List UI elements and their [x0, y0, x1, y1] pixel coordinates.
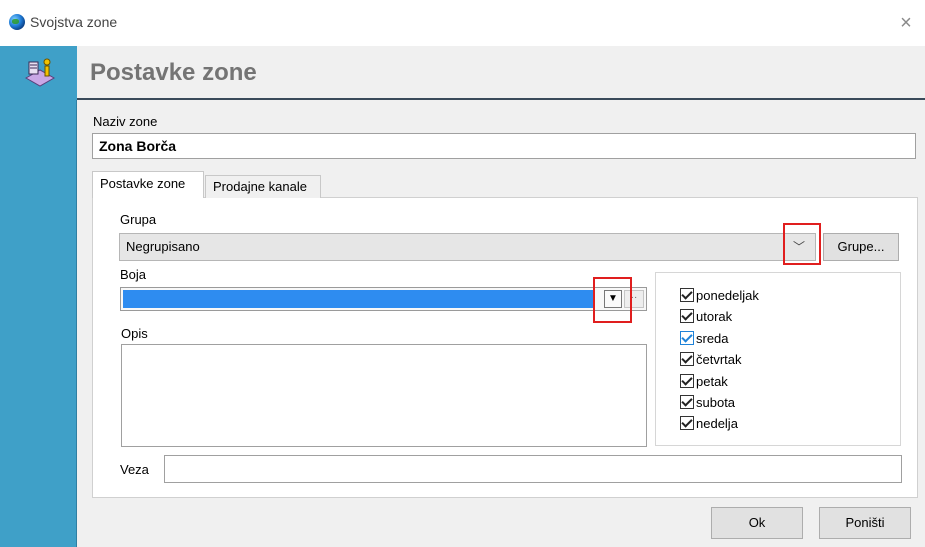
description-textarea[interactable]	[121, 344, 647, 447]
zone-properties-icon	[24, 58, 56, 87]
zone-name-input[interactable]: Zona Borča	[92, 133, 916, 159]
color-label: Boja	[120, 267, 147, 282]
tab-postavke-zone[interactable]: Postavke zone	[92, 171, 204, 198]
day-checkbox-ponedeljak[interactable]: ponedeljak	[680, 285, 759, 305]
tab-prodajne-kanale[interactable]: Prodajne kanale	[205, 175, 321, 198]
side-strip	[0, 46, 77, 547]
group-label: Grupa	[120, 212, 157, 227]
color-dropdown-highlight	[593, 277, 632, 323]
day-checkbox-cetvrtak[interactable]: četvrtak	[680, 349, 742, 369]
checkbox-icon[interactable]	[680, 374, 694, 388]
ok-button[interactable]: Ok	[711, 507, 803, 539]
day-label: sreda	[696, 330, 729, 346]
page-title: Postavke zone	[90, 59, 257, 86]
group-select[interactable]: Negrupisano	[119, 233, 816, 261]
day-label: četvrtak	[696, 351, 742, 367]
checkbox-icon[interactable]	[680, 331, 694, 345]
day-checkbox-utorak[interactable]: utorak	[680, 306, 732, 326]
checkbox-icon[interactable]	[680, 309, 694, 323]
day-label: ponedeljak	[696, 287, 759, 303]
app-globe-icon	[9, 14, 25, 30]
groups-button[interactable]: Grupe...	[823, 233, 899, 261]
description-label: Opis	[121, 326, 148, 341]
checkbox-icon[interactable]	[680, 395, 694, 409]
link-label: Veza	[120, 462, 149, 477]
day-label: utorak	[696, 308, 733, 324]
color-swatch	[123, 290, 595, 308]
checkbox-icon[interactable]	[680, 416, 694, 430]
day-checkbox-nedelja[interactable]: nedelja	[680, 413, 738, 433]
day-checkbox-sreda[interactable]: sreda	[680, 328, 729, 348]
group-dropdown-highlight	[783, 223, 821, 265]
checkbox-icon[interactable]	[680, 352, 694, 366]
day-label: nedelja	[696, 415, 738, 431]
day-checkbox-petak[interactable]: petak	[680, 371, 728, 391]
cancel-button[interactable]: Poništi	[819, 507, 911, 539]
title-bar	[0, 0, 925, 46]
day-checkbox-subota[interactable]: subota	[680, 392, 735, 412]
day-label: petak	[696, 373, 728, 389]
window-title: Svojstva zone	[30, 14, 118, 30]
link-input[interactable]	[164, 455, 902, 483]
checkbox-icon[interactable]	[680, 288, 694, 302]
day-label: subota	[696, 394, 736, 410]
close-button[interactable]: ×	[893, 10, 919, 36]
zone-name-label: Naziv zone	[93, 114, 158, 129]
